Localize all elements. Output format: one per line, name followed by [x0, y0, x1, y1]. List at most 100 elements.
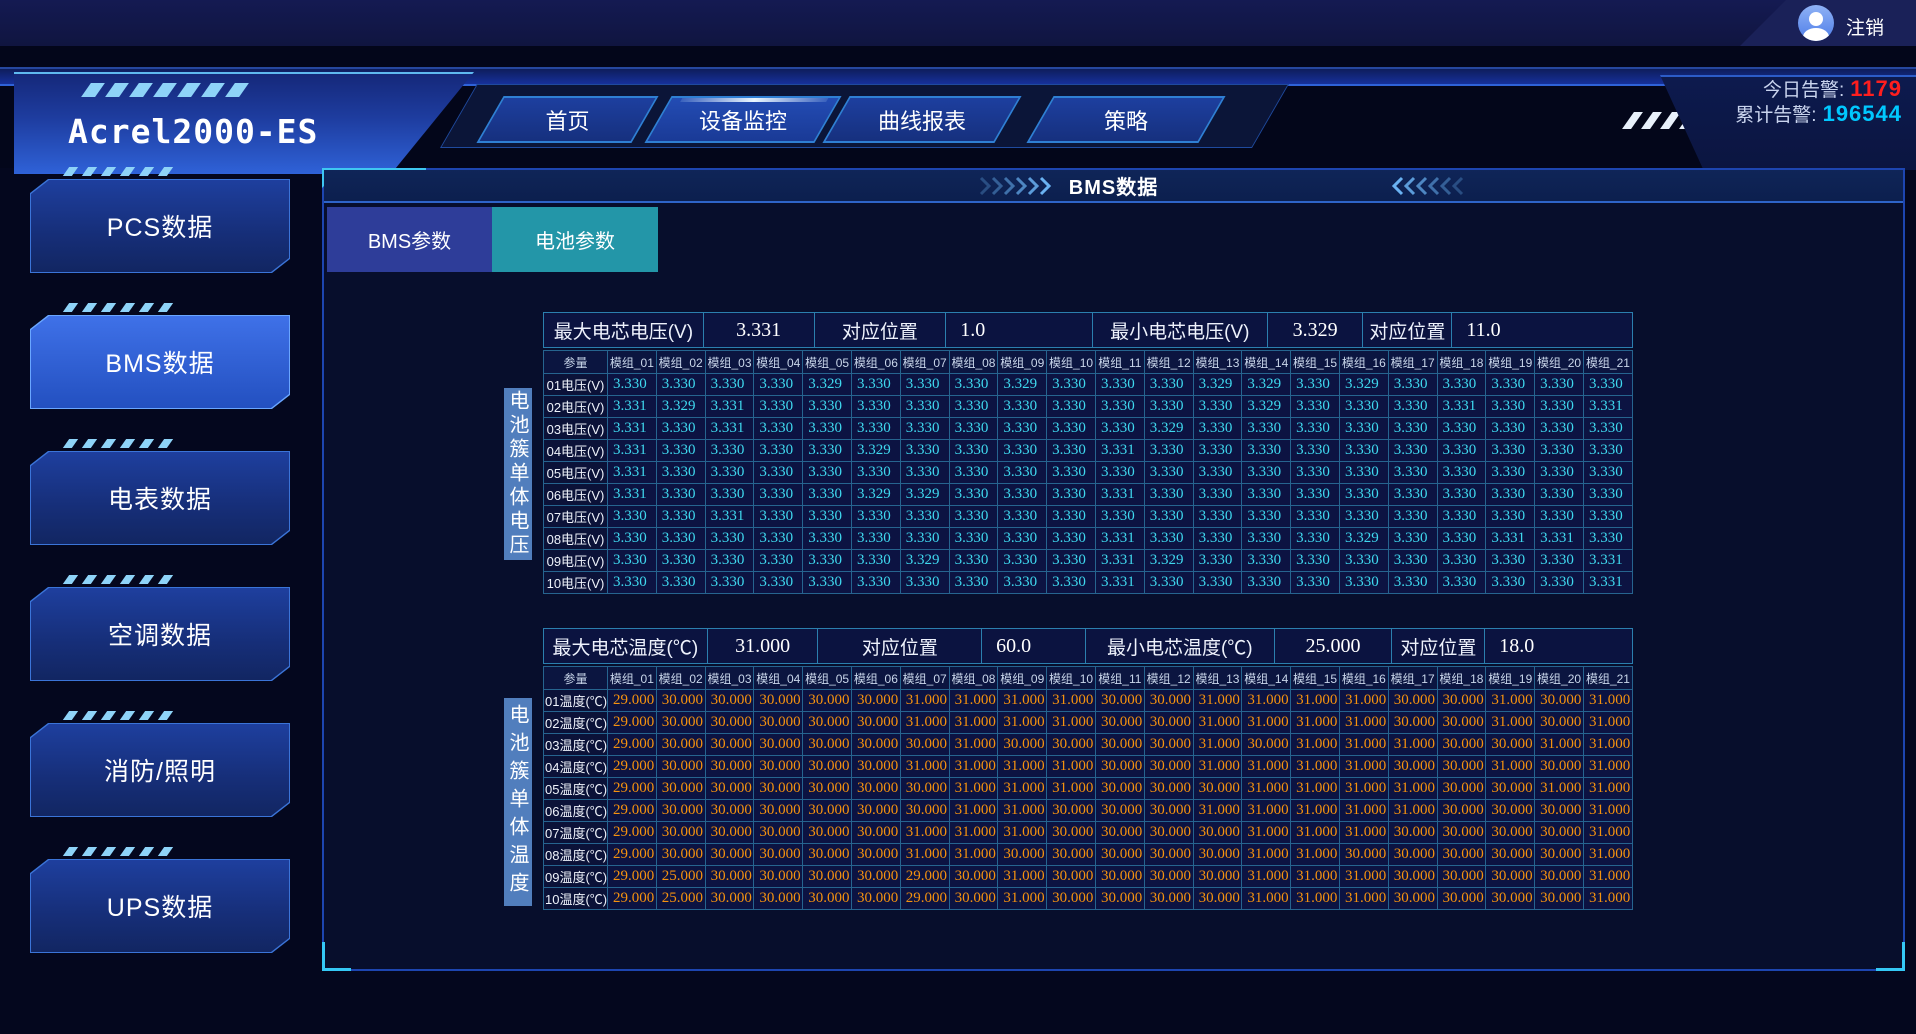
sidebar-item-bms[interactable]: BMS数据 — [30, 303, 290, 409]
value-cell: 3.330 — [998, 462, 1047, 484]
sidebar-item-aircon[interactable]: 空调数据 — [30, 575, 290, 681]
slash-hatch-icon — [63, 847, 173, 856]
value-cell: 31.000 — [1047, 756, 1096, 778]
column-header: 模组_17 — [1388, 667, 1437, 690]
value-cell: 3.330 — [705, 440, 754, 462]
value-cell: 30.000 — [1486, 866, 1535, 888]
value-cell: 3.330 — [754, 572, 803, 594]
sidebar-item-pcs[interactable]: PCS数据 — [30, 167, 290, 273]
value-cell: 31.000 — [1291, 778, 1340, 800]
value-cell: 31.000 — [949, 844, 998, 866]
value-cell: 3.330 — [803, 550, 852, 572]
value-cell: 31.000 — [1291, 800, 1340, 822]
nav-tab-strategy[interactable]: 策略 — [1026, 96, 1225, 143]
value-cell: 31.000 — [1242, 712, 1291, 734]
value-cell: 30.000 — [1437, 778, 1486, 800]
value-cell: 3.330 — [1339, 418, 1388, 440]
column-header: 模组_18 — [1437, 667, 1486, 690]
value-cell: 3.329 — [900, 484, 949, 506]
column-header: 模组_03 — [705, 667, 754, 690]
value-cell: 30.000 — [656, 822, 705, 844]
value-cell: 3.330 — [1486, 374, 1535, 396]
sidebar-item-meter[interactable]: 电表数据 — [30, 439, 290, 545]
sidebar-button[interactable]: BMS数据 — [30, 315, 290, 409]
sidebar-button[interactable]: UPS数据 — [30, 859, 290, 953]
sidebar-button[interactable]: PCS数据 — [30, 179, 290, 273]
value-cell: 31.000 — [1486, 690, 1535, 712]
value-cell: 30.000 — [656, 734, 705, 756]
value-cell: 30.000 — [1144, 822, 1193, 844]
value-cell: 3.330 — [851, 462, 900, 484]
table-row: 03电压(V)3.3313.3303.3313.3303.3303.3303.3… — [544, 418, 1633, 440]
value-cell: 30.000 — [1388, 712, 1437, 734]
tab-bms-params[interactable]: BMS参数 — [327, 207, 492, 272]
sidebar-button[interactable]: 消防/照明 — [30, 723, 290, 817]
value-cell: 31.000 — [1388, 778, 1437, 800]
value-cell: 30.000 — [656, 778, 705, 800]
value-cell: 3.329 — [1242, 374, 1291, 396]
value-cell: 31.000 — [1535, 778, 1584, 800]
column-header: 模组_18 — [1437, 351, 1486, 374]
column-header: 模组_09 — [998, 667, 1047, 690]
value-cell: 3.330 — [949, 550, 998, 572]
nav-tab-home[interactable]: 首页 — [476, 96, 658, 143]
value-cell: 30.000 — [803, 888, 852, 910]
column-header: 模组_06 — [851, 667, 900, 690]
value-cell: 3.330 — [1486, 462, 1535, 484]
value-cell: 3.330 — [949, 374, 998, 396]
value-cell: 3.329 — [1339, 528, 1388, 550]
value-cell: 3.330 — [1437, 484, 1486, 506]
value-cell: 30.000 — [1193, 866, 1242, 888]
sidebar-button[interactable]: 电表数据 — [30, 451, 290, 545]
value-cell: 30.000 — [1095, 822, 1144, 844]
value-cell: 30.000 — [1437, 712, 1486, 734]
value-cell: 31.000 — [1242, 822, 1291, 844]
value-cell: 3.329 — [803, 374, 852, 396]
value-cell: 3.330 — [1437, 572, 1486, 594]
value-cell: 30.000 — [705, 800, 754, 822]
value-cell: 30.000 — [1095, 690, 1144, 712]
column-header: 模组_07 — [900, 667, 949, 690]
sidebar-item-fire-lighting[interactable]: 消防/照明 — [30, 711, 290, 817]
value-cell: 30.000 — [1535, 756, 1584, 778]
table-row: 10温度(℃)29.00025.00030.00030.00030.00030.… — [544, 888, 1633, 910]
value-cell: 3.330 — [900, 440, 949, 462]
value-cell: 3.330 — [705, 374, 754, 396]
sidebar-button[interactable]: 空调数据 — [30, 587, 290, 681]
value-cell: 3.330 — [656, 550, 705, 572]
summary-value: 3.329 — [1268, 313, 1364, 347]
value-cell: 30.000 — [1144, 778, 1193, 800]
value-cell: 30.000 — [1193, 844, 1242, 866]
value-cell: 3.330 — [851, 506, 900, 528]
value-cell: 3.331 — [705, 418, 754, 440]
value-cell: 30.000 — [754, 888, 803, 910]
value-cell: 30.000 — [1437, 822, 1486, 844]
value-cell: 3.330 — [1047, 572, 1096, 594]
column-header: 模组_09 — [998, 351, 1047, 374]
tab-battery-params[interactable]: 电池参数 — [492, 207, 658, 272]
user-avatar-icon[interactable] — [1798, 5, 1834, 41]
param-header: 参量 — [544, 667, 608, 690]
column-header: 模组_19 — [1486, 667, 1535, 690]
logout-button[interactable]: 注销 — [1846, 13, 1884, 40]
value-cell: 3.330 — [1388, 396, 1437, 418]
table-row: 07温度(℃)29.00030.00030.00030.00030.00030.… — [544, 822, 1633, 844]
row-label: 01电压(V) — [544, 374, 608, 396]
value-cell: 3.329 — [656, 396, 705, 418]
value-cell: 3.329 — [1144, 418, 1193, 440]
value-cell: 31.000 — [1242, 844, 1291, 866]
value-cell: 30.000 — [705, 734, 754, 756]
value-cell: 3.330 — [1095, 418, 1144, 440]
summary-value: 11.0 — [1452, 313, 1632, 347]
value-cell: 31.000 — [1339, 712, 1388, 734]
value-cell: 31.000 — [1193, 712, 1242, 734]
value-cell: 3.330 — [1047, 396, 1096, 418]
sidebar-item-ups[interactable]: UPS数据 — [30, 847, 290, 953]
value-cell: 30.000 — [1144, 712, 1193, 734]
value-cell: 3.330 — [1583, 506, 1632, 528]
nav-tab-curve-report[interactable]: 曲线报表 — [822, 96, 1021, 143]
value-cell: 30.000 — [1095, 734, 1144, 756]
value-cell: 3.330 — [1388, 550, 1437, 572]
nav-tab-device-monitor[interactable]: 设备监控 — [644, 96, 841, 143]
value-cell: 30.000 — [1437, 800, 1486, 822]
